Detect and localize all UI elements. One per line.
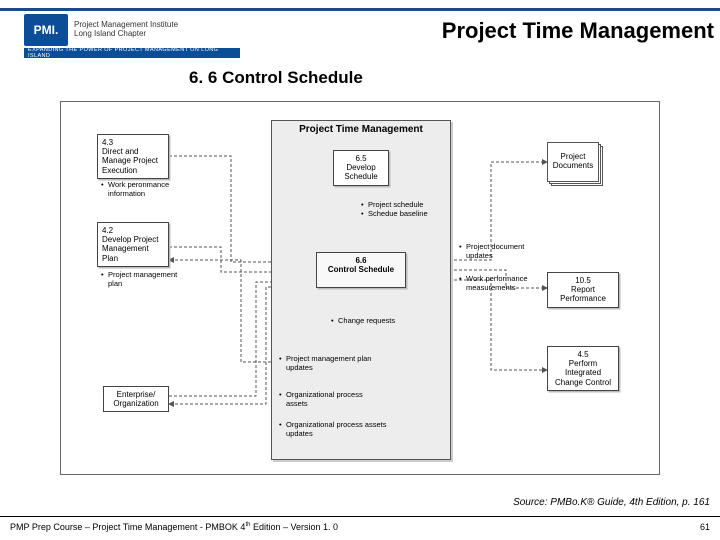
logo-strap: EXPANDING THE POWER OF PROJECT MANAGEMEN… (24, 48, 240, 58)
node-num: 6.6 (321, 256, 401, 265)
node-num: 10.5 (552, 276, 614, 285)
node-name: Control Schedule (321, 265, 401, 274)
diagram-frame: Project Time Management 4.3 Direct and M… (60, 101, 660, 475)
node-num: 4.5 (552, 350, 614, 359)
shade-title: Project Time Management (272, 121, 450, 141)
bullets-pmu: Project management plan updates (279, 354, 379, 373)
node-num: 4.2 (102, 226, 164, 235)
node-4-2: 4.2 Develop Project Management Plan (97, 222, 169, 267)
section-title: 6. 6 Control Schedule (189, 68, 363, 88)
bullets-pd: Project document updates (459, 242, 539, 261)
bullet: Organizational process assets updates (279, 420, 389, 439)
node-name: Develop Project Management Plan (102, 235, 164, 263)
node-4-3: 4.3 Direct and Manage Project Execution (97, 134, 169, 179)
bullet: Project schedule (361, 200, 441, 209)
bullets-4-2: Project management plan (101, 270, 181, 289)
pmi-logo: PMI. Project Management Institute Long I… (24, 14, 240, 58)
page-number: 61 (700, 522, 710, 532)
logo-text: Project Management Institute Long Island… (74, 21, 178, 39)
node-name: Develop Schedule (338, 163, 384, 181)
bullets-4-3: Work peronmance information (101, 180, 181, 199)
node-4-5: 4.5 Perform Integrated Change Control (547, 346, 619, 391)
node-name: Direct and Manage Project Execution (102, 147, 164, 175)
footer-b: Edition – Version 1. 0 (250, 522, 338, 532)
header-rule (0, 8, 720, 11)
node-num: 4.3 (102, 138, 164, 147)
bullet: Work performance measurements (459, 274, 539, 293)
footer-text: PMP Prep Course – Project Time Managemen… (10, 522, 338, 532)
bullet: Project document updates (459, 242, 539, 261)
bullets-wp: Work performance measurements (459, 274, 539, 293)
bullets-opau: Organizational process assets updates (279, 420, 389, 439)
footer-rule (0, 516, 720, 517)
page-title: Project Time Management (442, 18, 714, 44)
node-num: 6.5 (338, 154, 384, 163)
bullets-opa: Organizational process assets (279, 390, 379, 409)
bullets-cr: Change requests (331, 316, 415, 325)
source-citation: Source: PMBo.K® Guide, 4th Edition, p. 1… (513, 497, 710, 508)
bullet: Work peronmance information (101, 180, 181, 199)
bullet: Project management plan (101, 270, 181, 289)
node-enterprise: Enterprise/ Organization (103, 386, 169, 412)
bullet: Schedue baseline (361, 209, 441, 218)
node-name: Perform Integrated Change Control (552, 359, 614, 387)
node-6-5: 6.5 Develop Schedule (333, 150, 389, 186)
bullet: Change requests (331, 316, 415, 325)
bullet: Organizational process assets (279, 390, 379, 409)
logo-mark: PMI. (24, 14, 68, 46)
node-6-6: 6.6 Control Schedule (316, 252, 406, 288)
node-10-5: 10.5 Report Performance (547, 272, 619, 308)
node-name: Enterprise/ Organization (108, 390, 164, 408)
bullets-6-5: Project schedule Schedue baseline (361, 200, 441, 219)
stack-label: Project Documents (547, 142, 599, 182)
logo-line2: Long Island Chapter (74, 30, 178, 39)
node-name: Report Performance (552, 285, 614, 303)
footer-a: PMP Prep Course – Project Time Managemen… (10, 522, 245, 532)
bullet: Project management plan updates (279, 354, 379, 373)
